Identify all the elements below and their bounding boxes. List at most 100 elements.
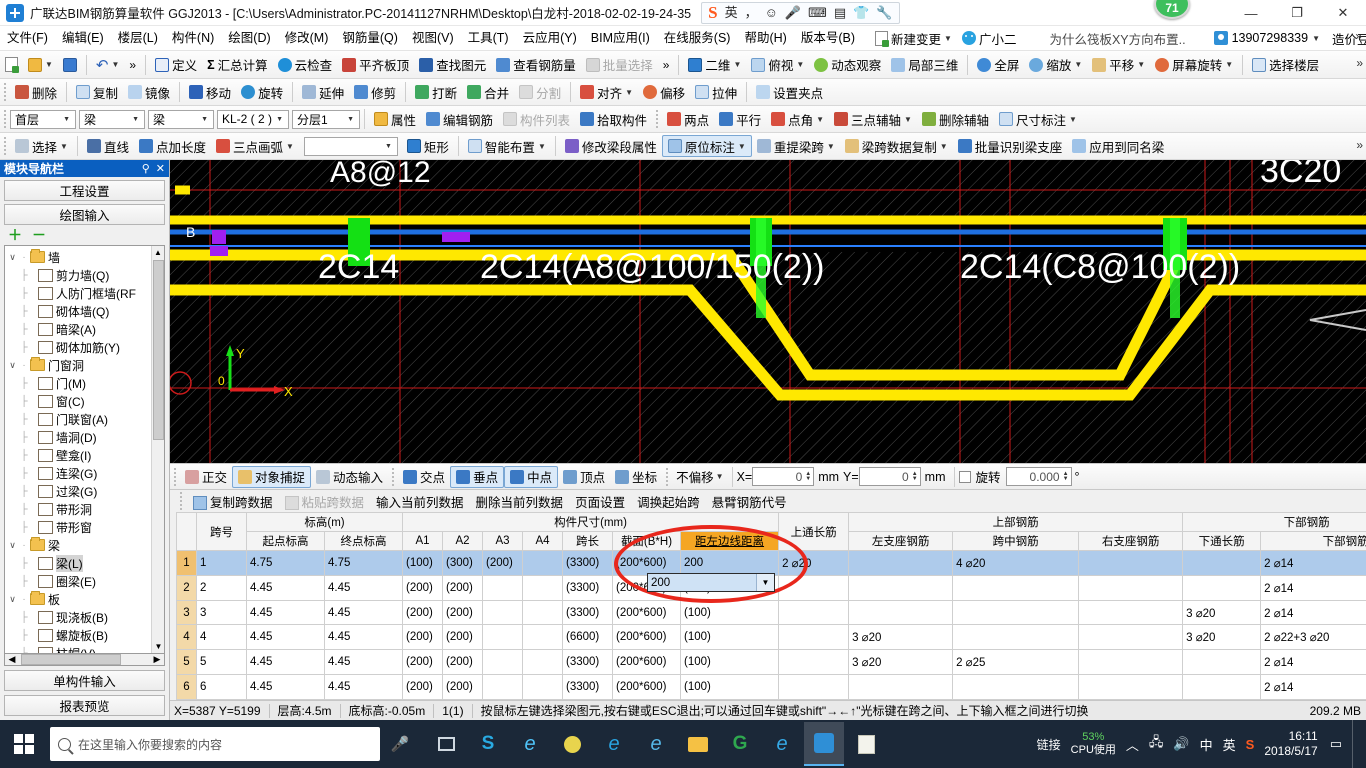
y-input[interactable]: 0 ▲ ▼ [858, 467, 921, 486]
app-yellow[interactable] [552, 722, 592, 766]
header-a1[interactable]: A1 [402, 531, 443, 551]
cell-top-through[interactable] [778, 674, 850, 700]
delete-current-column-item[interactable]: 删除当前列数据 [471, 492, 569, 511]
cell-bottom-rebar[interactable]: 2 ⌀14 [1260, 649, 1366, 676]
cell-left-support[interactable] [848, 674, 954, 700]
ime-settings-icon[interactable]: 🔧 [876, 6, 892, 19]
tree-folder[interactable]: ∨ · 梁 [7, 536, 151, 554]
y-spin-arrows[interactable]: ▲ ▼ [912, 471, 918, 482]
cell-section[interactable]: (200*600) [612, 624, 681, 651]
summary-calc-button[interactable]: Σ 汇总计算 [202, 54, 273, 76]
in-situ-annotation-button[interactable]: 原位标注 ▼ [661, 135, 752, 157]
chevron-down-icon-top[interactable]: ▼ [796, 60, 804, 69]
menu-item-version[interactable]: 版本号(B) [794, 28, 862, 49]
header-start-elev[interactable]: 起点标高 [246, 531, 325, 551]
copy-span-data-item[interactable]: 复制跨数据 [188, 492, 278, 511]
cell-left-support[interactable]: 3 ⌀20 [848, 624, 954, 651]
ime-language-icon[interactable]: 英 [725, 6, 738, 19]
row-header[interactable]: 1 [176, 550, 197, 576]
tree-item[interactable]: ├ 过梁(G) [7, 482, 151, 500]
tb3-grip-2[interactable] [655, 109, 659, 129]
project-settings-button[interactable]: 工程设置 [4, 180, 165, 201]
edit-rebar-button[interactable]: 编辑钢筋 [421, 108, 498, 130]
pick-member-button[interactable]: 拾取构件 [575, 108, 652, 130]
cell-len[interactable]: (3300) [562, 574, 613, 601]
ime-microphone-icon[interactable]: 🎤 [785, 6, 801, 19]
cell-right-support[interactable] [1078, 624, 1184, 651]
tree-item[interactable]: ├ 壁龛(I) [7, 446, 151, 464]
cell-a2[interactable]: (200) [442, 674, 483, 700]
chevron-down-icon-offsetmode[interactable]: ▼ [716, 472, 724, 481]
cell-right-support[interactable] [1078, 574, 1184, 601]
rotate-button[interactable]: 旋转 [236, 81, 288, 103]
cell-bottom-through[interactable] [1182, 574, 1262, 601]
cell-section[interactable]: (200*600) [612, 674, 681, 700]
cell-a1[interactable]: (200) [402, 649, 443, 676]
header-bottom-rebar[interactable]: 下部钢筋 [1260, 531, 1366, 551]
cloud-check-button[interactable]: 云检查 [273, 54, 338, 76]
perpendicular-toggle[interactable]: 垂点 [450, 465, 505, 488]
edit-beam-segment-button[interactable]: 修改梁段属性 [560, 135, 662, 157]
toolbar-overflow-icon-1[interactable]: » [1356, 56, 1363, 70]
table-row[interactable]: 3 3 4.45 4.45 (200) (200) (3300) (200*600) (100)… [176, 599, 1366, 626]
cell-a2[interactable]: (200) [442, 574, 483, 601]
tree-vertical-scrollbar[interactable]: ▲ ▼ [151, 246, 164, 653]
cell-bottom-through[interactable] [1182, 674, 1262, 700]
cell-bottom-rebar[interactable]: 2 ⌀14 [1260, 674, 1366, 700]
local-3d-button[interactable]: 局部三维 [886, 54, 963, 76]
cell-left-support[interactable] [848, 599, 954, 626]
cell-span[interactable]: 2 [196, 574, 247, 601]
cantilever-rebar-code-item[interactable]: 悬臂钢筋代号 [707, 492, 792, 511]
row-header[interactable]: 4 [176, 624, 197, 651]
menu-item-help[interactable]: 帮助(H) [737, 28, 793, 49]
cell-mid-span[interactable] [952, 674, 1080, 700]
account-info[interactable]: 13907298339 ▼ 造价豆:0 🔔 [1213, 29, 1366, 48]
app-ie2[interactable]: e [636, 722, 676, 766]
user-account-button[interactable]: 广小二 [957, 28, 1022, 49]
cell-top-through[interactable] [778, 624, 850, 651]
chevron-down-icon-3p[interactable]: ▼ [904, 115, 912, 124]
smart-layout-button[interactable]: 智能布置 ▼ [463, 135, 551, 157]
category-combo[interactable]: 梁 ▼ [79, 109, 145, 129]
point-angle-button[interactable]: 点角 ▼ [766, 108, 829, 130]
scroll-down-icon[interactable]: ▼ [152, 640, 164, 653]
cell-len[interactable]: (3300) [562, 674, 613, 700]
screen-rotate-button[interactable]: 屏幕旋转 ▼ [1150, 54, 1238, 76]
promo-link[interactable]: 为什么筏板XY方向布置.. [1049, 29, 1185, 48]
trim-button[interactable]: 修剪 [349, 81, 401, 103]
menu-item-rebar[interactable]: 钢筋量(Q) [335, 28, 405, 49]
point-length-button[interactable]: 点加长度 [134, 135, 211, 157]
toolbar-grip-3[interactable] [3, 109, 7, 129]
snapbar-grip[interactable] [173, 467, 177, 487]
chevron-down-icon-floor[interactable]: ▼ [60, 116, 73, 123]
batch-select-button[interactable]: 批量选择 [581, 54, 658, 76]
tree-item[interactable]: ├ 剪力墙(Q) [7, 266, 151, 284]
tree-folder[interactable]: ∨ · 门窗洞 [7, 356, 151, 374]
tree-hscroll-thumb[interactable] [21, 654, 121, 665]
cell-a2[interactable]: (200) [442, 599, 483, 626]
app-edge-legacy[interactable]: e [510, 722, 550, 766]
define-button[interactable]: 定义 [150, 54, 202, 76]
cell-a1[interactable]: (200) [402, 624, 443, 651]
offset-button[interactable]: 偏移 [638, 81, 690, 103]
properties-button[interactable]: 属性 [369, 108, 421, 130]
cell-a1[interactable]: (200) [402, 599, 443, 626]
tree-expander-icon[interactable]: ∨ [7, 540, 18, 551]
report-preview-button[interactable]: 报表预览 [4, 695, 165, 716]
ime-emoji-icon[interactable]: ☺ [765, 6, 778, 19]
paste-span-data-item[interactable]: 粘贴跨数据 [280, 492, 370, 511]
header-span-length[interactable]: 跨长 [562, 531, 613, 551]
fullscreen-button[interactable]: 全屏 [972, 54, 1024, 76]
app-explorer[interactable] [678, 722, 718, 766]
cell-len[interactable]: (3300) [562, 649, 613, 676]
menu-item-member[interactable]: 构件(N) [165, 28, 221, 49]
chevron-down-icon-editor[interactable]: ▼ [756, 574, 774, 591]
tree-item[interactable]: ├ 螺旋板(B) [7, 626, 151, 644]
type-combo[interactable]: 梁 ▼ [148, 109, 214, 129]
table-row[interactable]: 6 6 4.45 4.45 (200) (200) (3300) (200*600) (100)… [176, 674, 1366, 700]
collapse-all-icon[interactable]: － [32, 225, 46, 245]
cell-a2[interactable]: (300) [442, 550, 483, 576]
table-toolbar-grip[interactable] [179, 491, 183, 511]
select-tool-button[interactable]: 选择 ▼ [10, 135, 73, 157]
single-member-input-button[interactable]: 单构件输入 [4, 670, 165, 691]
